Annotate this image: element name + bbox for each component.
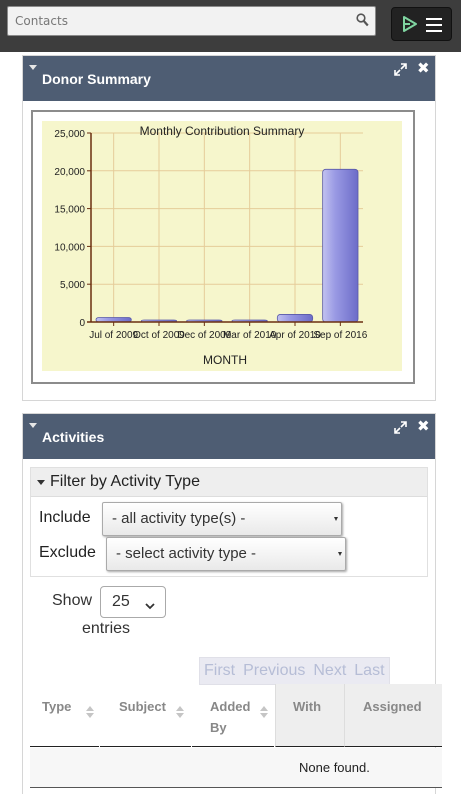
dashlet-title: Activities <box>42 429 105 445</box>
dropdown-caret-icon <box>334 517 338 521</box>
column-with-label: With <box>293 699 322 714</box>
close-icon[interactable]: ✖ <box>417 417 430 435</box>
filter-header[interactable]: Filter by Activity Type <box>31 468 427 497</box>
activities-table: Type Subject Added By With Assigned None… <box>30 684 442 789</box>
column-header-with: With <box>275 684 344 747</box>
y-tick-label: 15,000 <box>54 205 85 216</box>
exclude-select-value: - select activity type - <box>116 545 257 562</box>
sort-icon <box>260 706 268 718</box>
contact-search-input[interactable] <box>8 7 348 35</box>
chevron-down-icon <box>145 597 155 615</box>
column-header-assigned: Assigned <box>344 684 442 747</box>
dashlet-title: Donor Summary <box>42 71 151 87</box>
fullscreen-icon[interactable] <box>394 61 407 80</box>
dropdown-caret-icon <box>338 552 342 556</box>
include-select-value: - all activity type(s) - <box>112 510 246 527</box>
next-page-button[interactable]: Next <box>309 658 350 680</box>
collapse-icon[interactable] <box>29 423 37 428</box>
include-activity-select[interactable]: - all activity type(s) - <box>102 502 342 536</box>
previous-page-button[interactable]: Previous <box>239 658 309 680</box>
top-bar <box>0 0 461 52</box>
entries-label: entries <box>82 620 131 637</box>
chart-x-axis-label: MONTH <box>203 353 247 367</box>
chart-bar <box>322 168 359 323</box>
column-subject-label: Subject <box>119 699 166 714</box>
collapse-icon[interactable] <box>29 65 37 70</box>
last-page-button[interactable]: Last <box>350 658 388 680</box>
y-tick-label: 0 <box>79 318 85 329</box>
activity-type-filter: Filter by Activity Type Include - all ac… <box>30 467 428 577</box>
column-added-by-label-2: By <box>210 720 227 735</box>
y-tick-label: 20,000 <box>54 167 85 178</box>
y-tick-label: 10,000 <box>54 242 85 253</box>
filter-title: Filter by Activity Type <box>50 473 200 490</box>
column-header-type[interactable]: Type <box>30 684 99 747</box>
contribution-chart: 0 5,000 10,000 15,000 20,000 25,000 Jul of 200… <box>31 110 415 384</box>
expand-triangle-icon[interactable] <box>37 480 45 485</box>
exclude-activity-select[interactable]: - select activity type - <box>106 537 346 571</box>
column-assigned-label: Assigned <box>363 699 422 714</box>
sort-icon <box>86 706 94 718</box>
chart-bar <box>276 314 314 323</box>
x-tick-label: Jul of 2009 <box>89 330 138 341</box>
include-label: Include <box>39 509 91 526</box>
y-tick-label: 25,000 <box>54 129 85 140</box>
chart-svg: 0 5,000 10,000 15,000 20,000 25,000 Jul of 200… <box>42 121 402 371</box>
column-type-label: Type <box>42 699 72 714</box>
x-tick-label: Sep of 2016 <box>313 330 367 341</box>
first-page-button[interactable]: First <box>200 658 239 680</box>
page-length-select[interactable]: 25 <box>100 586 166 618</box>
column-added-by-label-1: Added <box>210 699 251 714</box>
page-length-value: 25 <box>112 593 130 610</box>
dashlet-header: Donor Summary ✖ <box>23 56 435 101</box>
sort-icon <box>176 706 184 718</box>
column-header-added-by[interactable]: Added By <box>192 684 274 747</box>
exclude-label: Exclude <box>39 544 96 561</box>
empty-table-message: None found. <box>299 760 370 775</box>
close-icon[interactable]: ✖ <box>417 59 430 77</box>
hamburger-icon <box>426 18 442 36</box>
search-icon[interactable] <box>356 12 369 31</box>
civicrm-logo-icon <box>401 15 419 37</box>
quicksearch-box[interactable] <box>7 6 376 36</box>
activities-dashlet: Activities ✖ Filter by Activity Type Inc… <box>22 413 442 794</box>
chart-title: Monthly Contribution Summary <box>140 124 305 138</box>
column-header-subject[interactable]: Subject <box>100 684 191 747</box>
pagination: First Previous Next Last <box>199 657 390 685</box>
donor-summary-dashlet: Donor Summary ✖ 0 5,000 10,000 15,000 20,000… <box>22 55 436 401</box>
y-tick-label: 5,000 <box>60 280 85 291</box>
main-menu-button[interactable] <box>391 7 452 41</box>
fullscreen-icon[interactable] <box>394 419 407 438</box>
empty-table-row: None found. <box>30 748 442 788</box>
show-label: Show <box>52 592 93 609</box>
dashlet-header: Activities ✖ <box>23 414 435 459</box>
